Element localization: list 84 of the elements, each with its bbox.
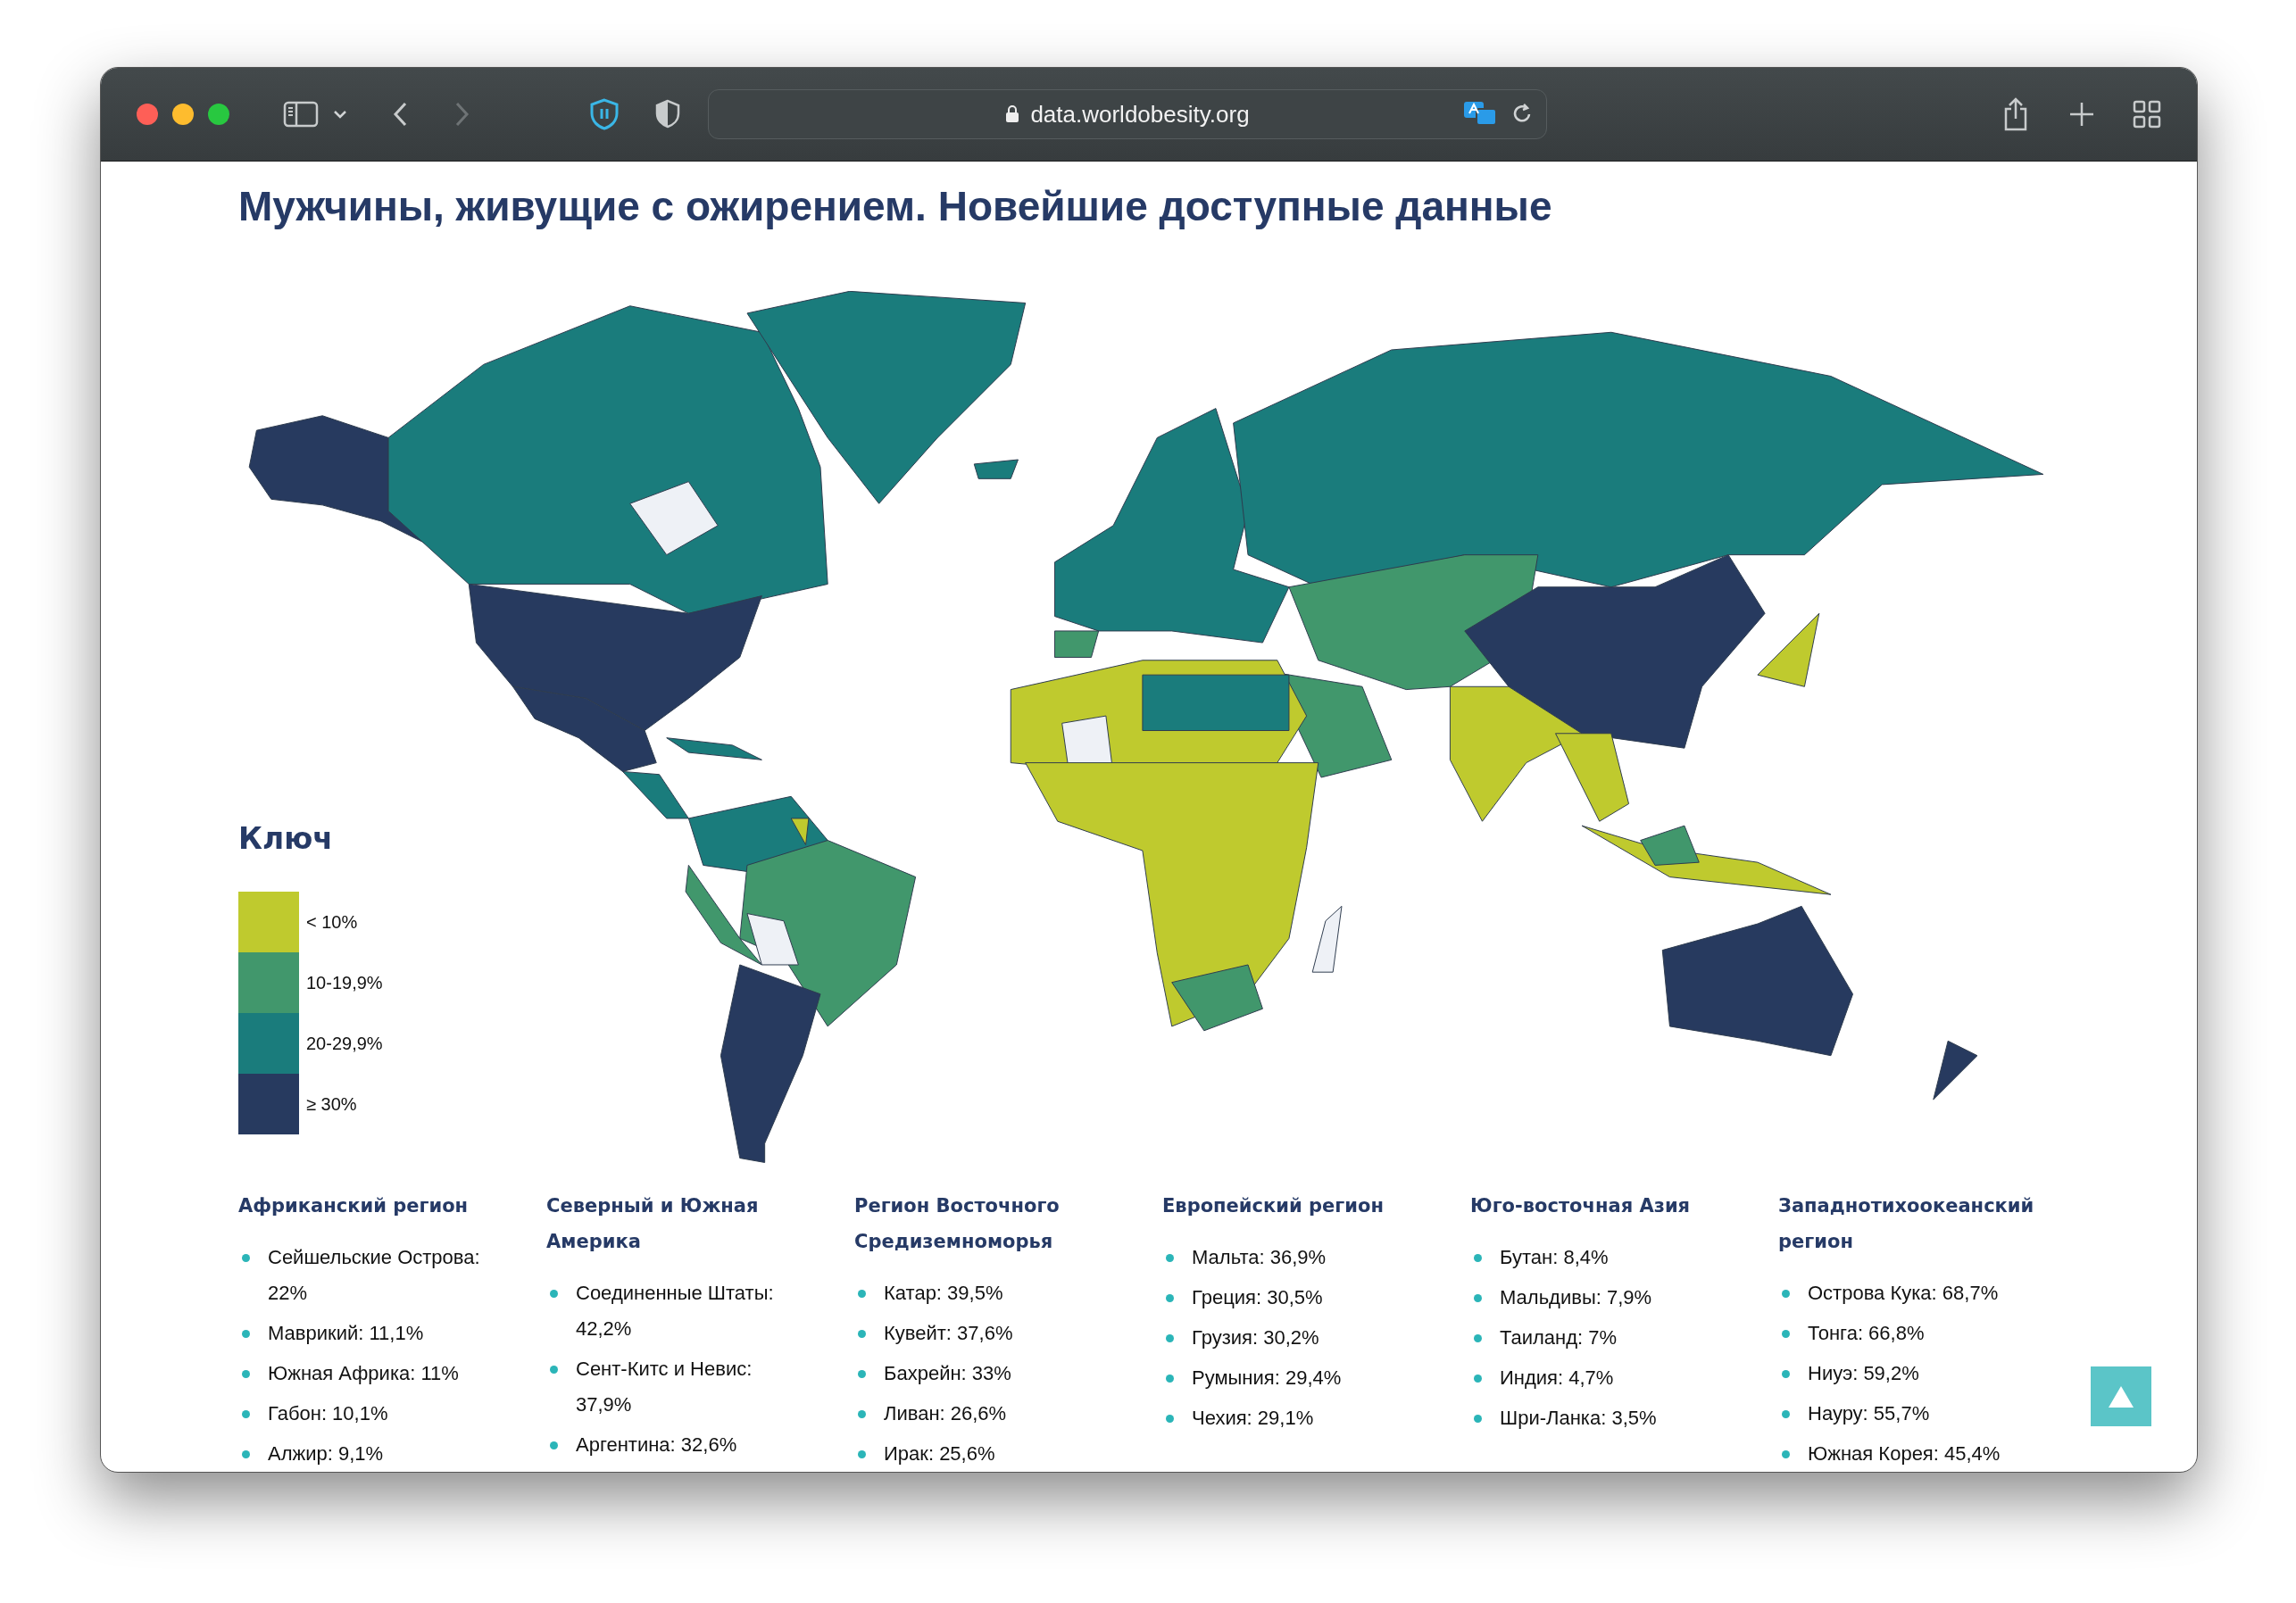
bullet-icon [1474,1375,1482,1383]
country-value: Ливан: 26,6% [884,1401,1008,1426]
region-heading: Западнотихоокеанский регион [1778,1194,2035,1254]
country-value: Габон: 10,1% [268,1401,389,1426]
bullet-icon [242,1410,250,1418]
shield-pause-icon[interactable] [588,97,620,131]
country-value: Бутан: 8,4% [1500,1245,1610,1270]
bullet-icon [242,1330,250,1338]
legend-label: < 10% [306,911,358,933]
minimize-window-button[interactable] [172,104,194,125]
chevron-down-icon[interactable] [333,110,347,119]
legend-label: ≥ 30% [306,1093,357,1115]
country-value: Южная Африка: 11% [268,1361,460,1386]
bullet-icon [242,1450,250,1458]
bullet-icon [1474,1415,1482,1423]
bullet-icon [1474,1334,1482,1342]
country-value: Острова Кука: 68,7% [1808,1281,2000,1306]
tab-overview-icon[interactable] [2133,100,2161,129]
region-heading: Регион Восточного Средиземноморья [854,1194,1061,1254]
bullet-icon [1166,1254,1174,1262]
shield-icon[interactable] [654,99,681,129]
bullet-icon [1782,1370,1790,1378]
share-icon[interactable] [2002,96,2029,132]
bullet-icon [550,1441,558,1449]
bullet-icon [242,1370,250,1378]
country-value: Мальта: 36,9% [1192,1245,1327,1270]
bullet-icon [1782,1410,1790,1418]
legend-label: 20-29,9% [306,1033,383,1054]
new-tab-icon[interactable] [2068,101,2095,128]
bullet-icon [858,1290,866,1298]
bullet-icon [1782,1330,1790,1338]
bullet-icon [1166,1375,1174,1383]
country-value: Тонга: 66,8% [1808,1321,1926,1346]
bullet-icon [858,1330,866,1338]
country-value: Шри-Ланка: 3,5% [1500,1406,1658,1431]
bullet-icon [242,1254,250,1262]
lock-icon [1005,105,1020,123]
bullet-icon [1474,1294,1482,1302]
back-icon[interactable] [392,101,408,128]
country-value: Греция: 30,5% [1192,1285,1324,1310]
bullet-icon [1782,1290,1790,1298]
bullet-icon [1474,1254,1482,1262]
country-value: Кувейт: 37,6% [884,1321,1014,1346]
bullet-icon [1166,1415,1174,1423]
country-value: Катар: 39,5% [884,1281,1004,1306]
legend-title: Ключ [238,821,334,856]
country-value: Сейшельские Острова: 22% [268,1245,481,1306]
region-heading: Юго-восточная Азия [1470,1194,1692,1218]
bullet-icon [1166,1334,1174,1342]
region-heading: Европейский регион [1162,1194,1385,1218]
close-window-button[interactable] [137,104,158,125]
country-value: Науру: 55,7% [1808,1401,1931,1426]
triangle-up-icon [2108,1384,2134,1408]
bullet-icon [858,1370,866,1378]
country-value: Алжир: 9,1% [268,1441,385,1466]
zoom-window-button[interactable] [208,104,229,125]
country-value: Южная Корея: 45,4% [1808,1441,2001,1466]
country-value: Индия: 4,7% [1500,1366,1615,1391]
country-value: Таиланд: 7% [1500,1325,1618,1350]
country-value: Сент-Китс и Невис: 37,9% [576,1357,753,1417]
page-title: Мужчины, живущие с ожирением. Новейшие доступные данные [238,182,1553,231]
region-heading: Северный и Южная Америка [546,1194,760,1254]
bullet-icon [1782,1450,1790,1458]
address-bar[interactable]: data.worldobesity.org [708,89,1547,139]
sidebar-icon[interactable] [283,101,319,128]
region-heading: Африканский регион [238,1194,470,1218]
bullet-icon [550,1290,558,1298]
country-value: Аргентина: 32,6% [576,1433,738,1458]
bullet-icon [858,1410,866,1418]
legend-label: 10-19,9% [306,972,383,993]
country-value: Румыния: 29,4% [1192,1366,1343,1391]
url-text: data.worldobesity.org [1030,100,1250,129]
country-value: Ниуэ: 59,2% [1808,1361,1920,1386]
country-value: Чехия: 29,1% [1192,1406,1315,1431]
country-value: Грузия: 30,2% [1192,1325,1320,1350]
bullet-icon [858,1450,866,1458]
country-value: Мальдивы: 7,9% [1500,1285,1653,1310]
country-value: Бахрейн: 33% [884,1361,1012,1386]
country-value: Маврикий: 11,1% [268,1321,425,1346]
country-value: Соединенные Штаты: 42,2% [576,1281,775,1341]
country-value: Ирак: 25,6% [884,1441,996,1466]
bullet-icon [1166,1294,1174,1302]
translate-icon[interactable] [1462,100,1498,127]
bullet-icon [550,1366,558,1374]
